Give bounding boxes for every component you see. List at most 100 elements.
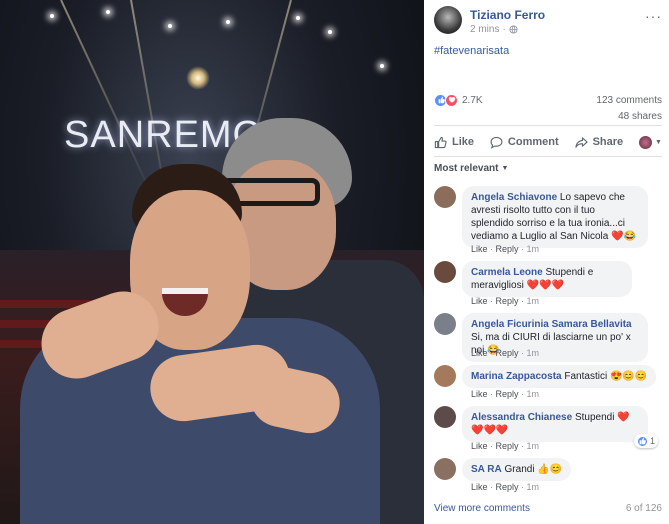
- comment-sort-dropdown[interactable]: Most relevant ▼: [434, 163, 508, 174]
- commenter-name[interactable]: Alessandra Chianese: [471, 412, 572, 423]
- comment-like-link[interactable]: Like: [471, 389, 488, 399]
- comment-item: Marina Zappacosta Fantastici 😍😊😊 Like · …: [434, 365, 662, 401]
- share-label: Share: [592, 136, 624, 148]
- comment-bubble: Angela Schiavone Lo sapevo che avresti r…: [462, 186, 648, 248]
- post-text[interactable]: #fatevenarisata: [434, 45, 509, 57]
- comment-actions: Like · Reply · 1m: [471, 482, 540, 492]
- post-photo[interactable]: SANREMO: [0, 0, 424, 524]
- stage-light: [380, 64, 384, 68]
- comments-count[interactable]: 123 comments: [596, 93, 662, 109]
- share-icon: [574, 136, 588, 148]
- comment-emoji: 😍😊😊: [609, 371, 648, 382]
- globe-icon: [509, 25, 518, 34]
- comment-reply-link[interactable]: Reply: [496, 348, 519, 358]
- comment-actions: Like · Reply · 1m: [471, 389, 540, 399]
- comment-emoji: ❤️😂: [611, 231, 636, 242]
- commenter-name[interactable]: Carmela Leone: [471, 267, 543, 278]
- comment-item: Alessandra Chianese Stupendi ❤️❤️❤️❤️ 1 …: [434, 406, 662, 452]
- author-avatar[interactable]: [434, 6, 462, 34]
- comment-text: Fantastici: [564, 371, 608, 382]
- commenter-avatar[interactable]: [434, 313, 456, 335]
- comment-reply-link[interactable]: Reply: [496, 441, 519, 451]
- comment-button[interactable]: Comment: [490, 136, 559, 149]
- stage-light: [168, 24, 172, 28]
- comment-text: Grandi: [504, 464, 535, 475]
- like-label: Like: [452, 136, 475, 148]
- comment-bubble: Carmela Leone Stupendi e meravigliosi ❤️…: [462, 261, 632, 297]
- view-more-comments-link[interactable]: View more comments: [434, 503, 530, 514]
- stage-light: [226, 20, 230, 24]
- sort-label: Most relevant: [434, 163, 499, 174]
- commenter-avatar[interactable]: [434, 458, 456, 480]
- comment-time[interactable]: 1m: [527, 348, 540, 358]
- lens-flare: [186, 66, 210, 90]
- comment-bubble: SA RA Grandi 👍😊: [462, 458, 572, 481]
- ellipsis-icon[interactable]: ···: [645, 8, 662, 24]
- post-header: Tiziano Ferro 2 mins · ···: [434, 6, 662, 38]
- share-button[interactable]: Share: [574, 136, 624, 149]
- comment-reply-link[interactable]: Reply: [496, 389, 519, 399]
- comment-like-link[interactable]: Like: [471, 244, 488, 254]
- comment-text: Stupendi: [574, 412, 615, 423]
- comment-time[interactable]: 1m: [527, 296, 540, 306]
- stage-light: [296, 16, 300, 20]
- commenter-name[interactable]: Marina Zappacosta: [471, 371, 562, 382]
- action-bar: Like Comment Share ▼: [434, 131, 662, 153]
- commenter-name[interactable]: Angela Schiavone: [471, 192, 557, 203]
- divider: [434, 156, 662, 157]
- comment-item: Carmela Leone Stupendi e meravigliosi ❤️…: [434, 261, 662, 307]
- comment-like-count[interactable]: 1: [633, 434, 658, 448]
- comment-actions: Like · Reply · 1m: [471, 296, 540, 306]
- comment-like-link[interactable]: Like: [471, 296, 488, 306]
- post-meta: 2 mins ·: [470, 24, 518, 35]
- comment-reply-link[interactable]: Reply: [496, 482, 519, 492]
- commenter-avatar[interactable]: [434, 365, 456, 387]
- account-avatar: [639, 135, 653, 149]
- comment-item: Angela Schiavone Lo sapevo che avresti r…: [434, 186, 662, 256]
- comments-footer: View more comments 6 of 126: [434, 503, 662, 514]
- comment-like-link[interactable]: Like: [471, 482, 488, 492]
- comment-reply-link[interactable]: Reply: [496, 296, 519, 306]
- commenter-avatar[interactable]: [434, 186, 456, 208]
- shares-count[interactable]: 48 shares: [596, 109, 662, 125]
- chevron-down-icon: ▼: [655, 138, 662, 146]
- author-name[interactable]: Tiziano Ferro: [470, 8, 545, 22]
- comment-item: SA RA Grandi 👍😊 Like · Reply · 1m: [434, 458, 662, 494]
- comment-actions: Like · Reply · 1m: [471, 244, 540, 254]
- stage-light: [328, 30, 332, 34]
- thumbs-up-icon: [434, 136, 447, 148]
- comment-reply-link[interactable]: Reply: [496, 244, 519, 254]
- post-time[interactable]: 2 mins: [470, 24, 499, 35]
- reaction-count: 2.7K: [462, 94, 483, 106]
- comment-bubble: Marina Zappacosta Fantastici 😍😊😊: [462, 365, 657, 388]
- like-count: 1: [649, 436, 655, 446]
- account-selector[interactable]: ▼: [639, 135, 662, 149]
- comment-time[interactable]: 1m: [527, 244, 540, 254]
- comment-label: Comment: [507, 136, 559, 148]
- commenter-name[interactable]: Angela Ficurinia Samara Bellavita: [471, 319, 632, 330]
- comment-like-link[interactable]: Like: [471, 441, 488, 451]
- comments-pagination: 6 of 126: [625, 503, 662, 514]
- comment-time[interactable]: 1m: [527, 441, 540, 451]
- comment-emoji: ❤️❤️❤️: [526, 280, 564, 291]
- stage-light: [50, 14, 54, 18]
- commenter-avatar[interactable]: [434, 261, 456, 283]
- like-button[interactable]: Like: [434, 136, 474, 149]
- comment-time[interactable]: 1m: [527, 482, 540, 492]
- comment-actions: Like · Reply · 1m: [471, 441, 540, 451]
- comment-time[interactable]: 1m: [527, 389, 540, 399]
- comment-like-link[interactable]: Like: [471, 348, 488, 358]
- commenter-avatar[interactable]: [434, 406, 456, 428]
- engagement-counts: 123 comments 48 shares: [596, 93, 662, 125]
- like-reaction-icon: [636, 435, 648, 447]
- post-panel: Tiziano Ferro 2 mins · ··· #fatevenarisa…: [424, 0, 669, 524]
- meta-separator: ·: [502, 24, 506, 35]
- commenter-name[interactable]: SA RA: [471, 464, 502, 475]
- love-reaction-icon: [445, 93, 458, 107]
- light-beam: [60, 0, 155, 200]
- reaction-summary[interactable]: 2.7K: [434, 92, 483, 108]
- comment-emoji: 👍😊: [537, 464, 563, 475]
- divider: [434, 125, 662, 126]
- chevron-down-icon: ▼: [501, 165, 509, 172]
- comment-icon: [490, 136, 503, 149]
